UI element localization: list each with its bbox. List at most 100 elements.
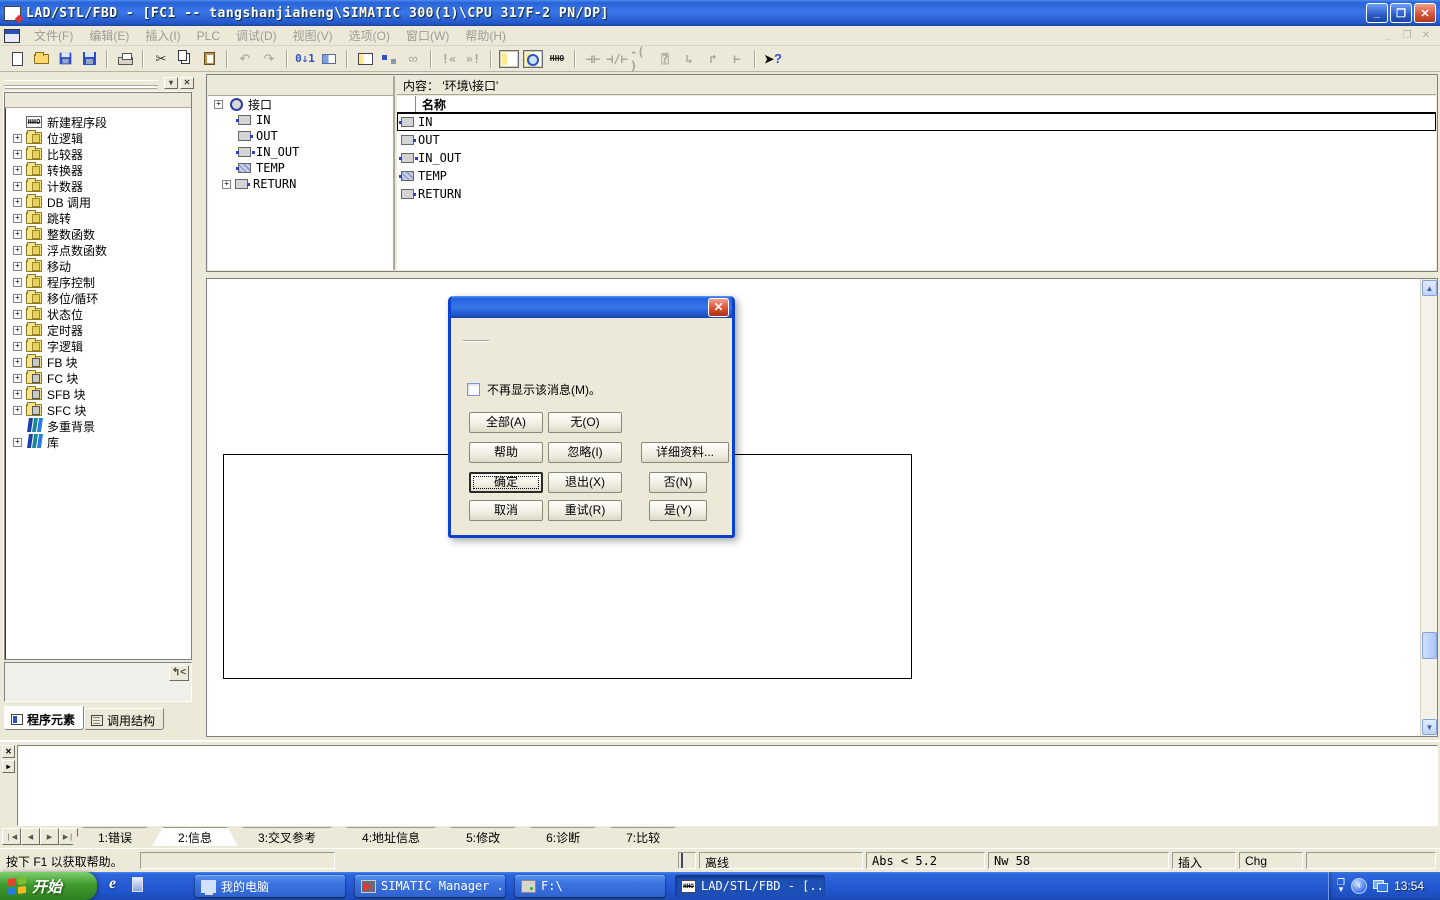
dialog-close-icon[interactable]: ✕ bbox=[708, 298, 729, 317]
open-folder-icon[interactable] bbox=[30, 49, 52, 69]
expand-icon[interactable] bbox=[13, 406, 22, 415]
tree-item-db-call[interactable]: DB 调用 bbox=[13, 194, 191, 210]
expand-icon[interactable] bbox=[13, 214, 22, 223]
tab-info[interactable]: 2:信息 bbox=[152, 827, 238, 846]
menu-debug[interactable]: 调试(D) bbox=[228, 25, 285, 46]
interface-item-temp[interactable]: TEMP bbox=[208, 160, 393, 176]
ok-button[interactable]: 确定 bbox=[469, 472, 543, 493]
connector-icon[interactable]: ⊢ bbox=[726, 49, 748, 69]
save-disk-icon[interactable] bbox=[78, 49, 100, 69]
download-plc-icon[interactable]: 0⇓1 bbox=[294, 49, 316, 69]
tree-item-program-control[interactable]: 程序控制 bbox=[13, 274, 191, 290]
table-row-out[interactable]: OUT bbox=[397, 131, 1436, 149]
tab-errors[interactable]: 1:错误 bbox=[72, 827, 158, 846]
details-button[interactable]: 详细资料... bbox=[641, 442, 729, 463]
expand-icon[interactable] bbox=[13, 310, 22, 319]
yes-button[interactable]: 是(Y) bbox=[649, 500, 707, 521]
tree-item-sfb-blocks[interactable]: SFB 块 bbox=[13, 386, 191, 402]
monitor-onoff-icon[interactable]: ∞ bbox=[402, 49, 424, 69]
tree-item-fb-blocks[interactable]: FB 块 bbox=[13, 354, 191, 370]
scroll-down-icon[interactable]: ▼ bbox=[1422, 719, 1437, 735]
help-button[interactable]: 帮助 bbox=[469, 442, 543, 463]
paste-icon[interactable] bbox=[198, 49, 220, 69]
minimize-button[interactable]: _ bbox=[1366, 3, 1388, 23]
tab-diagnostics[interactable]: 6:诊断 bbox=[520, 827, 606, 846]
no-button[interactable]: 否(N) bbox=[649, 472, 707, 493]
cut-icon[interactable]: ✂ bbox=[150, 49, 172, 69]
interface-item-return[interactable]: RETURN bbox=[208, 176, 393, 192]
task-my-computer[interactable]: 我的电脑 bbox=[195, 875, 345, 897]
network-status-icon[interactable] bbox=[1373, 880, 1388, 892]
redo-icon[interactable]: ↷ bbox=[258, 49, 280, 69]
table-row-inout[interactable]: IN_OUT bbox=[397, 149, 1436, 167]
expand-icon[interactable] bbox=[13, 326, 22, 335]
message-expand-icon[interactable]: ▸ bbox=[2, 760, 15, 773]
tab-prev-icon[interactable]: ◀ bbox=[21, 828, 40, 845]
expand-icon[interactable] bbox=[13, 134, 22, 143]
tree-item-float-fn[interactable]: 浮点数函数 bbox=[13, 242, 191, 258]
goto-prev-error-icon[interactable]: !« bbox=[438, 49, 460, 69]
save-download-icon[interactable] bbox=[54, 49, 76, 69]
assign-symbols-icon[interactable] bbox=[378, 49, 400, 69]
tab-address-info[interactable]: 4:地址信息 bbox=[336, 827, 446, 846]
expand-icon[interactable] bbox=[13, 438, 22, 447]
tree-item-bit-logic[interactable]: 位逻辑 bbox=[13, 130, 191, 146]
coil-icon[interactable]: -( ) bbox=[630, 49, 652, 69]
contact-nc-icon[interactable]: ⊣/⊢ bbox=[606, 49, 628, 69]
restore-display-icon[interactable]: ❐▾ bbox=[1337, 879, 1345, 893]
goto-next-error-icon[interactable]: »! bbox=[462, 49, 484, 69]
tree-item-counter[interactable]: 计数器 bbox=[13, 178, 191, 194]
expand-icon[interactable] bbox=[13, 390, 22, 399]
expand-icon[interactable] bbox=[13, 150, 22, 159]
close-button[interactable]: ✕ bbox=[1414, 3, 1436, 23]
close-branch-icon[interactable]: ↱ bbox=[702, 49, 724, 69]
tree-item-sfc-blocks[interactable]: SFC 块 bbox=[13, 402, 191, 418]
all-button[interactable]: 全部(A) bbox=[469, 412, 543, 433]
message-content[interactable] bbox=[17, 745, 1438, 826]
table-row-in[interactable]: IN bbox=[397, 113, 1436, 131]
tab-cross-reference[interactable]: 3:交叉参考 bbox=[232, 827, 342, 846]
interface-item-in[interactable]: IN bbox=[208, 112, 393, 128]
tree-item-timer[interactable]: 定时器 bbox=[13, 322, 191, 338]
view-zoom-icon[interactable] bbox=[522, 49, 544, 69]
interface-item-out[interactable]: OUT bbox=[208, 128, 393, 144]
new-document-icon[interactable] bbox=[6, 49, 28, 69]
tree-item-integer-fn[interactable]: 整数函数 bbox=[13, 226, 191, 242]
expand-icon[interactable] bbox=[13, 230, 22, 239]
tree-item-move[interactable]: 移动 bbox=[13, 258, 191, 274]
scroll-up-icon[interactable]: ▲ bbox=[1422, 280, 1437, 296]
expand-icon[interactable] bbox=[13, 342, 22, 351]
menu-edit[interactable]: 编辑(E) bbox=[81, 25, 137, 46]
tree-item-status-bits[interactable]: 状态位 bbox=[13, 306, 191, 322]
expand-icon[interactable] bbox=[13, 294, 22, 303]
tab-first-icon[interactable]: ❘◀ bbox=[2, 828, 21, 845]
menu-view[interactable]: 视图(V) bbox=[285, 25, 341, 46]
collapse-chevron-icon[interactable]: ‹ bbox=[1351, 878, 1367, 894]
menu-window[interactable]: 窗口(W) bbox=[398, 25, 457, 46]
panel-dropdown-icon[interactable]: ▾ bbox=[164, 77, 178, 89]
tab-program-elements[interactable]: 程序元素 bbox=[4, 706, 84, 730]
tree-item-library[interactable]: 库 bbox=[13, 434, 191, 450]
start-button[interactable]: 开始 bbox=[0, 872, 97, 900]
tree-item-fc-blocks[interactable]: FC 块 bbox=[13, 370, 191, 386]
interface-root[interactable]: 接口 bbox=[208, 96, 393, 112]
expand-icon[interactable] bbox=[13, 358, 22, 367]
tree-item-new-network[interactable]: 新建程序段 bbox=[13, 114, 191, 130]
tab-modify[interactable]: 5:修改 bbox=[440, 827, 526, 846]
expand-icon[interactable] bbox=[13, 262, 22, 271]
empty-box-icon[interactable]: ⍰ bbox=[654, 49, 676, 69]
tree-item-comparator[interactable]: 比较器 bbox=[13, 146, 191, 162]
new-network-icon[interactable]: HHO bbox=[546, 49, 568, 69]
dont-show-again-checkbox[interactable] bbox=[467, 383, 480, 396]
menu-help[interactable]: 帮助(H) bbox=[457, 25, 514, 46]
mdi-close-icon[interactable]: ✕ bbox=[1418, 30, 1434, 41]
tree-item-jump[interactable]: 跳转 bbox=[13, 210, 191, 226]
expand-icon[interactable] bbox=[13, 278, 22, 287]
mdi-minimize-icon[interactable]: _ bbox=[1380, 30, 1396, 41]
tree-item-word-logic[interactable]: 字逻辑 bbox=[13, 338, 191, 354]
tree-item-converter[interactable]: 转换器 bbox=[13, 162, 191, 178]
menu-insert[interactable]: 插入(I) bbox=[137, 25, 188, 46]
open-branch-icon[interactable]: ↳ bbox=[678, 49, 700, 69]
none-button[interactable]: 无(O) bbox=[548, 412, 622, 433]
panel-close-icon[interactable]: ✕ bbox=[180, 77, 194, 89]
